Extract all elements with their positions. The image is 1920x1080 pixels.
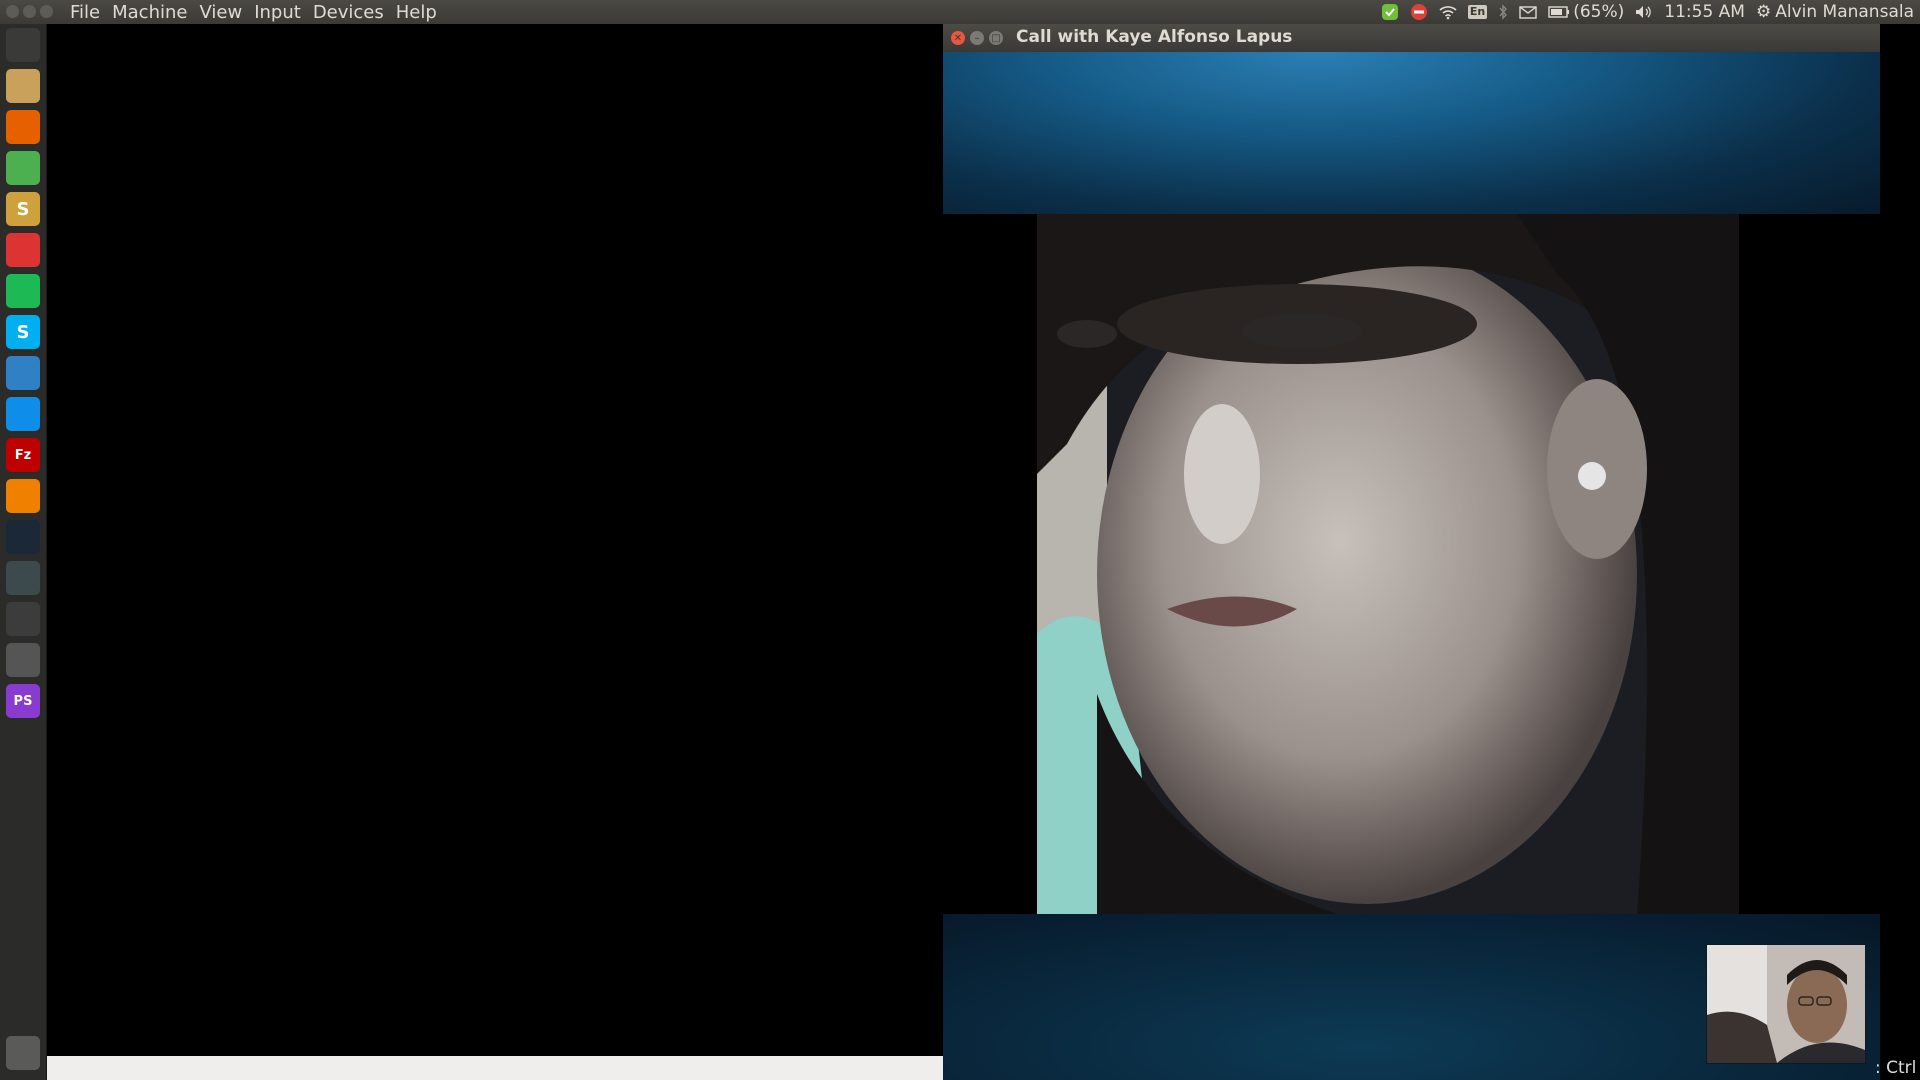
remote-video [1037, 214, 1739, 914]
maximize-icon[interactable]: □ [989, 31, 1003, 45]
launcher-workspace-icon[interactable] [6, 643, 40, 677]
close-icon[interactable] [6, 5, 19, 18]
user-name: Alvin Manansala [1775, 2, 1914, 22]
call-window-titlebar[interactable]: ✕ – □ Call with Kaye Alfonso Lapus [943, 24, 1880, 52]
launcher-spotify-icon[interactable] [6, 274, 40, 308]
menu-devices[interactable]: Devices [313, 2, 384, 23]
menu-machine[interactable]: Machine [112, 2, 187, 23]
menu-input[interactable]: Input [254, 2, 301, 23]
volume-icon[interactable] [1635, 5, 1653, 19]
battery-indicator[interactable]: (65%) [1548, 2, 1624, 22]
launcher-firefox-icon[interactable] [6, 110, 40, 144]
self-view-video[interactable] [1706, 944, 1866, 1064]
launcher-sublime-text-icon[interactable]: S [6, 192, 40, 226]
launcher-trash-icon[interactable] [6, 1036, 40, 1070]
vm-window-controls[interactable] [6, 5, 53, 18]
mail-icon[interactable] [1519, 5, 1537, 19]
call-window: ✕ – □ Call with Kaye Alfonso Lapus [943, 24, 1880, 1080]
launcher-system-settings-icon[interactable] [6, 233, 40, 267]
menu-file[interactable]: File [70, 2, 100, 23]
do-not-disturb-icon[interactable] [1410, 3, 1428, 21]
launcher-filezilla-icon[interactable]: Fz [6, 438, 40, 472]
launcher-steam-icon[interactable] [6, 520, 40, 554]
vm-display[interactable] [47, 24, 943, 1056]
close-icon[interactable]: ✕ [951, 31, 965, 45]
gear-icon: ⚙ [1755, 2, 1772, 22]
wifi-icon[interactable] [1439, 4, 1457, 20]
call-window-title: Call with Kaye Alfonso Lapus [1016, 27, 1293, 47]
session-menu[interactable]: ⚙ Alvin Manansala [1756, 2, 1914, 22]
bluetooth-icon[interactable] [1498, 4, 1508, 20]
skype-status-icon[interactable] [1381, 3, 1399, 21]
top-panel: File Machine View Input Devices Help En … [0, 0, 1920, 24]
launcher-teamviewer-icon[interactable] [6, 397, 40, 431]
system-tray: En (65%) 11:55 AM ⚙ Alvin Manansala [1381, 0, 1920, 24]
launcher-skype-icon[interactable]: S [6, 315, 40, 349]
clock[interactable]: 11:55 AM [1664, 2, 1745, 22]
menu-view[interactable]: View [199, 2, 242, 23]
menu-help[interactable]: Help [396, 2, 437, 23]
launcher-files-icon[interactable] [6, 69, 40, 103]
launcher-ubuntu-dash-icon[interactable] [6, 28, 40, 62]
host-key-indicator: : Ctrl [1875, 1058, 1917, 1078]
launcher-activity-monitor-icon[interactable] [6, 561, 40, 595]
launcher-chrome-icon[interactable] [6, 151, 40, 185]
launcher-terminal-icon[interactable] [6, 602, 40, 636]
minimize-icon[interactable] [23, 5, 36, 18]
launcher-phpstorm-icon[interactable]: PS [6, 684, 40, 718]
maximize-icon[interactable] [40, 5, 53, 18]
menu-bar: File Machine View Input Devices Help [70, 0, 437, 24]
launcher: S S Fz PS [0, 24, 47, 1080]
vm-status-bar [47, 1056, 943, 1080]
minimize-icon[interactable]: – [970, 31, 984, 45]
call-header-panel [943, 52, 1880, 214]
launcher-vlc-icon[interactable] [6, 479, 40, 513]
keyboard-layout-indicator[interactable]: En [1467, 5, 1488, 19]
battery-percent: (65%) [1573, 2, 1625, 22]
launcher-system-monitor-icon[interactable] [6, 356, 40, 390]
